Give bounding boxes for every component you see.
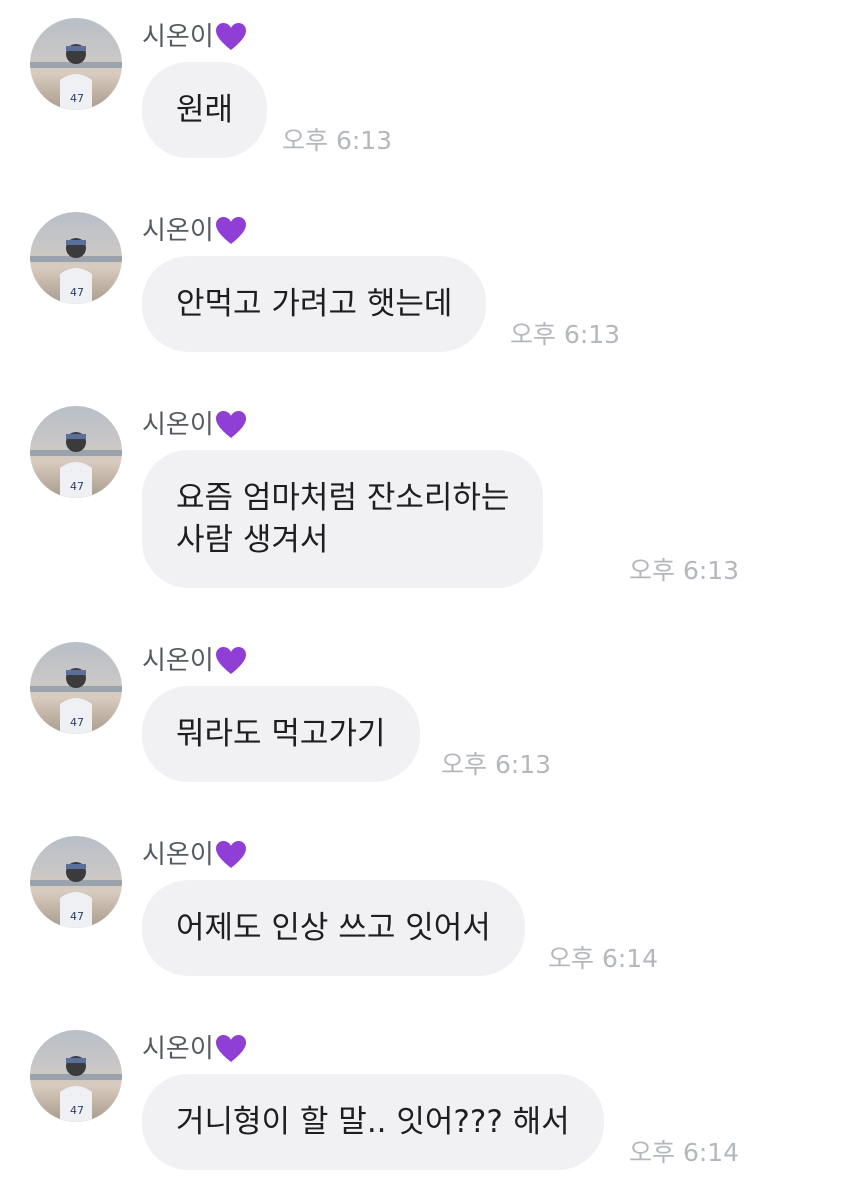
message-text: 어제도 인상 쓰고 잇어서 [176,910,491,946]
message-bubble[interactable]: 요즘 엄마처럼 잔소리하는 사람 생겨서 [142,450,544,588]
message-time: 오후 6:13 [629,556,740,585]
avatar[interactable]: 47 [30,1030,122,1122]
purple-heart-icon [215,1034,247,1064]
message-text-line: 사람 생겨서 [176,522,329,558]
message-text: 거니형이 할 말.. 잇어??? 해서 [176,1104,570,1140]
sender-name: 시온이 [142,644,247,678]
message-bubble[interactable]: 안먹고 가려고 햇는데 [142,256,487,352]
svg-text:47: 47 [70,1104,84,1117]
message-time: 오후 6:14 [548,944,659,973]
message-text-line: 요즘 엄마처럼 잔소리하는 [176,480,510,516]
svg-text:47: 47 [70,286,84,299]
sender-name: 시온이 [142,214,247,248]
message-bubble[interactable]: 원래 [142,62,268,158]
message-text: 안먹고 가려고 햇는데 [176,286,453,322]
avatar[interactable]: 47 [30,406,122,498]
purple-heart-icon [215,646,247,676]
message-time: 오후 6:13 [510,320,621,349]
svg-text:47: 47 [70,480,84,493]
message-text: 원래 [176,92,234,128]
message-text: 뭐라도 먹고가기 [176,716,386,752]
purple-heart-icon [215,22,247,52]
message-time: 오후 6:13 [282,126,393,155]
avatar[interactable]: 47 [30,642,122,734]
message-bubble[interactable]: 어제도 인상 쓰고 잇어서 [142,880,525,976]
message-bubble[interactable]: 거니형이 할 말.. 잇어??? 해서 [142,1074,604,1170]
avatar[interactable]: 47 [30,18,122,110]
purple-heart-icon [215,410,247,440]
purple-heart-icon [215,216,247,246]
sender-name: 시온이 [142,20,247,54]
message-time: 오후 6:13 [441,750,552,779]
svg-text:47: 47 [70,716,84,729]
message-time: 오후 6:14 [629,1138,740,1167]
svg-text:47: 47 [70,92,84,105]
avatar[interactable]: 47 [30,836,122,928]
message-bubble[interactable]: 뭐라도 먹고가기 [142,686,420,782]
sender-name: 시온이 [142,838,247,872]
svg-text:47: 47 [70,910,84,923]
purple-heart-icon [215,840,247,870]
avatar[interactable]: 47 [30,212,122,304]
sender-name: 시온이 [142,408,247,442]
sender-name: 시온이 [142,1032,247,1066]
